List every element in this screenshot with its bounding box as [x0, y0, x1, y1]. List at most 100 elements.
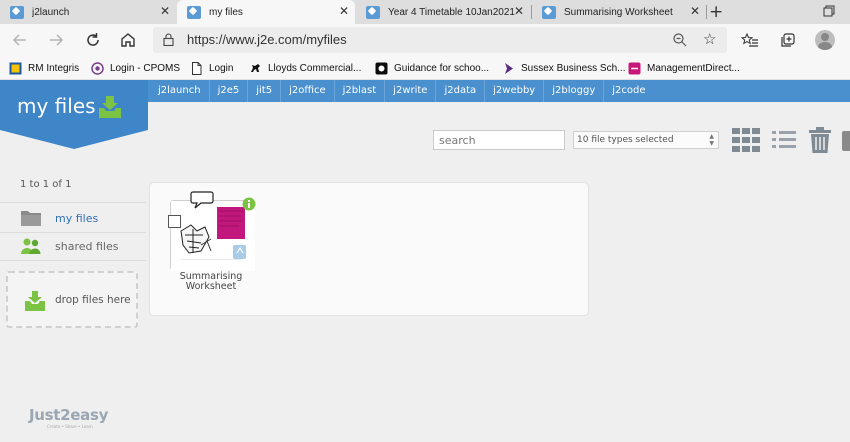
- refresh-icon: [87, 33, 99, 46]
- sidebar-item-label: shared files: [55, 239, 119, 253]
- url-text[interactable]: https://www.j2e.com/myfiles: [187, 32, 347, 47]
- search-input[interactable]: [433, 130, 565, 150]
- bookmark-label: Login - CPOMS: [110, 62, 181, 74]
- tool-link-j2e5[interactable]: j2e5: [208, 80, 248, 102]
- tool-link-j2write[interactable]: j2write: [384, 80, 435, 102]
- tool-link-j2launch[interactable]: j2launch: [150, 80, 209, 102]
- drop-tray-icon: [25, 291, 45, 311]
- close-tab-icon[interactable]: ✕: [690, 5, 700, 17]
- close-tab-icon[interactable]: ✕: [160, 5, 170, 17]
- bookmark-label: RM Integris: [28, 62, 80, 74]
- bookmark-label: Sussex Business Sch...: [521, 62, 626, 74]
- bookmark-management-direct[interactable]: ManagementDirect...: [628, 60, 740, 76]
- zoom-icon[interactable]: [672, 32, 688, 48]
- drop-zone[interactable]: drop files here: [6, 271, 138, 328]
- results-count: 1 to 1 of 1: [20, 179, 72, 190]
- tab-title: my files: [209, 7, 243, 18]
- j2-favicon-icon: [366, 5, 380, 19]
- tab-title: j2launch: [32, 6, 70, 18]
- close-tab-icon[interactable]: ✕: [339, 5, 349, 17]
- close-tab-icon[interactable]: ✕: [514, 5, 524, 17]
- comment-bubble-icon[interactable]: [190, 190, 214, 210]
- address-bar[interactable]: https://www.j2e.com/myfiles ☆: [153, 27, 727, 53]
- lloyds-horse-icon: [251, 63, 260, 72]
- bookmark-lloyds[interactable]: Lloyds Commercial...: [249, 60, 361, 76]
- sidebar-item-label: my files: [55, 211, 99, 225]
- info-icon[interactable]: [242, 197, 256, 211]
- folder-icon: [21, 211, 41, 226]
- tab-title: Year 4 Timetable 10Jan2021: [388, 6, 515, 18]
- cie-icon: [628, 62, 641, 74]
- j2-favicon-icon: [10, 5, 24, 19]
- page-content: j2launch j2e5 jit5 j2office j2blast j2wr…: [0, 80, 850, 442]
- favorites-list-icon[interactable]: [741, 31, 759, 49]
- file-panel: Summarising Worksheet: [149, 182, 589, 316]
- address-bar-row: https://www.j2e.com/myfiles ☆: [0, 24, 850, 56]
- grid-view-icon[interactable]: [731, 127, 761, 153]
- tool-link-jit5[interactable]: jit5: [247, 80, 280, 102]
- file-name[interactable]: Summarising Worksheet: [161, 272, 261, 292]
- cpoms-icon: [91, 61, 104, 75]
- tool-nav: j2launch j2e5 jit5 j2office j2blast j2wr…: [150, 80, 654, 102]
- tab-separator: [706, 5, 707, 19]
- bookmarks-bar: RM Integris Login - CPOMS Login Lloyds C…: [0, 56, 850, 80]
- tab-strip: j2launch ✕ my files ✕ Year 4 Timetable 1…: [0, 0, 850, 25]
- trash-icon[interactable]: [808, 127, 832, 154]
- just2easy-logo: Just2easy: [29, 406, 109, 424]
- bookmark-label: Guidance for schoo...: [394, 62, 490, 74]
- j2-favicon-icon: [187, 6, 201, 19]
- back-arrow-icon: [12, 34, 26, 46]
- home-button[interactable]: [118, 30, 138, 50]
- file-name-line: Worksheet: [185, 281, 237, 292]
- tool-link-j2webby[interactable]: j2webby: [484, 80, 543, 102]
- bookmark-label: Login: [209, 62, 234, 74]
- worksheet-preview-icon: [171, 201, 255, 271]
- favorite-star-icon[interactable]: ☆: [703, 30, 716, 48]
- refresh-button[interactable]: [83, 30, 103, 50]
- gov-icon: [375, 62, 388, 74]
- logo-tagline: Create • Share • Learn: [47, 424, 93, 429]
- bookmark-label: Lloyds Commercial...: [268, 62, 362, 74]
- bookmark-login[interactable]: Login: [190, 60, 233, 76]
- bookmark-rm-integris[interactable]: RM Integris: [9, 60, 79, 76]
- list-view-icon[interactable]: [771, 129, 797, 151]
- sidebar-divider: [0, 260, 146, 261]
- bookmark-guidance[interactable]: Guidance for schoo...: [375, 60, 489, 76]
- people-icon: [21, 238, 41, 254]
- tool-link-j2blast[interactable]: j2blast: [333, 80, 385, 102]
- bookmark-label: ManagementDirect...: [647, 62, 740, 74]
- bookmark-cpoms[interactable]: Login - CPOMS: [91, 60, 180, 76]
- tool-link-j2office[interactable]: j2office: [280, 80, 334, 102]
- restore-window-icon[interactable]: [822, 4, 836, 18]
- file-select-checkbox[interactable]: [168, 215, 181, 228]
- page-icon: [192, 61, 202, 75]
- tab-j2launch[interactable]: j2launch ✕: [0, 0, 176, 24]
- drop-label: drop files here: [55, 294, 131, 306]
- tab-my-files[interactable]: my files ✕: [177, 0, 355, 25]
- tab-summarising-worksheet[interactable]: Summarising Worksheet ✕: [532, 0, 706, 24]
- tool-link-j2code[interactable]: j2code: [603, 80, 653, 102]
- collections-icon[interactable]: [779, 31, 797, 49]
- back-button[interactable]: [10, 30, 30, 50]
- sidebar-divider: [0, 202, 146, 203]
- forward-button[interactable]: [46, 30, 66, 50]
- page-title: my files: [17, 94, 96, 118]
- file-types-select[interactable]: 10 file types selected ▲ ▼: [573, 131, 719, 149]
- tool-link-j2data[interactable]: j2data: [435, 80, 484, 102]
- file-types-value: 10 file types selected: [577, 135, 674, 145]
- lock-icon[interactable]: [163, 33, 174, 46]
- new-tab-button[interactable]: +: [709, 2, 723, 22]
- forward-arrow-icon: [50, 34, 64, 46]
- tab-title: Summarising Worksheet: [564, 6, 673, 18]
- sidebar-item-shared-files[interactable]: shared files: [0, 232, 146, 260]
- tool-link-j2bloggy[interactable]: j2bloggy: [543, 80, 603, 102]
- j2-favicon-icon: [542, 5, 556, 19]
- sidebar-item-my-files[interactable]: my files: [0, 204, 146, 232]
- app-brand-banner: my files: [0, 80, 148, 130]
- profile-avatar[interactable]: [815, 30, 835, 50]
- bookmark-sussex[interactable]: Sussex Business Sch...: [502, 60, 626, 76]
- select-arrows-icon: ▲ ▼: [709, 133, 714, 147]
- more-tools-icon[interactable]: [842, 131, 850, 151]
- tab-year4-timetable[interactable]: Year 4 Timetable 10Jan2021 ✕: [356, 0, 530, 24]
- upload-tray-icon: [99, 96, 121, 118]
